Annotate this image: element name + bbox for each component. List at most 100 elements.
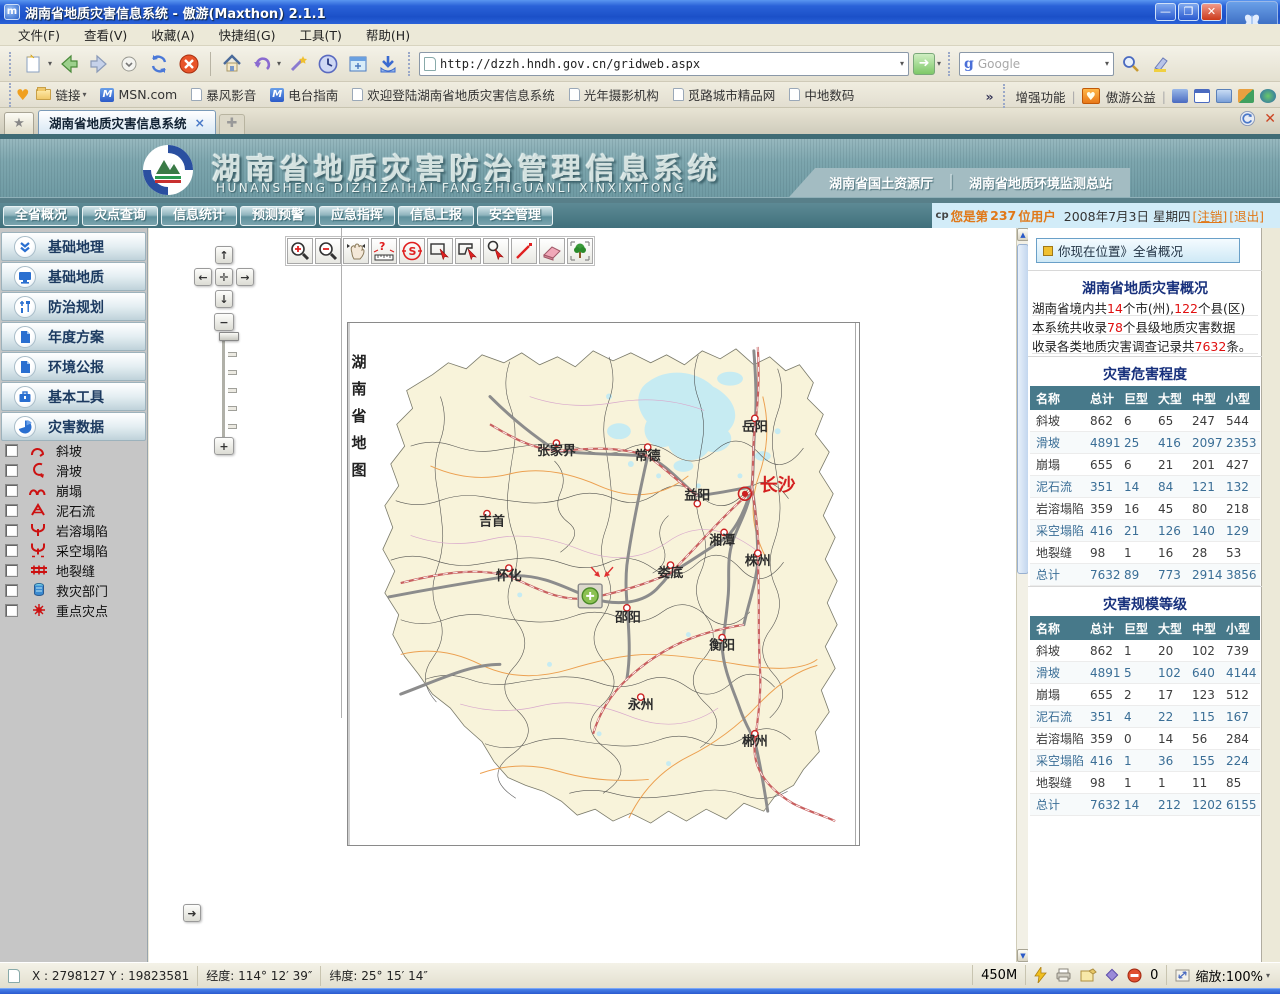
history-dropdown-button[interactable] xyxy=(116,51,142,77)
layer-checkbox[interactable] xyxy=(5,484,18,497)
zoom-dropdown[interactable]: ▾ xyxy=(1266,971,1270,980)
pan-down-button[interactable]: ↓ xyxy=(215,290,233,308)
bookmark-item-7[interactable]: 中地数码 xyxy=(782,83,861,106)
nav-tab-3[interactable]: 预测预警 xyxy=(240,206,316,226)
charity-link[interactable]: 傲游公益 xyxy=(1106,87,1156,106)
menu-a[interactable]: 收藏(A) xyxy=(139,23,206,46)
full-extent-button[interactable]: S xyxy=(399,238,425,264)
layer-checkbox[interactable] xyxy=(5,464,18,477)
menu-f[interactable]: 文件(F) xyxy=(6,23,72,46)
panel-scrollbar[interactable]: ▲ ▼ xyxy=(1016,228,1028,962)
layer-checkbox[interactable] xyxy=(5,444,18,457)
map-add-point-button[interactable] xyxy=(578,584,602,608)
undo-dropdown[interactable]: ▾ xyxy=(277,59,281,68)
pan-up-button[interactable]: ↑ xyxy=(215,246,233,264)
window-panel-icon[interactable] xyxy=(1194,89,1210,103)
address-dropdown[interactable]: ▾ xyxy=(900,59,904,68)
close-button[interactable]: ✕ xyxy=(1201,3,1222,21)
pan-right-button[interactable]: → xyxy=(236,268,254,286)
accordion-item-5[interactable]: 基本工具 xyxy=(1,382,146,411)
new-tab-ghost-button[interactable]: ✚ xyxy=(219,114,245,134)
minimize-button[interactable]: — xyxy=(1155,3,1176,21)
scroll-right-button[interactable]: ➜ xyxy=(183,904,201,922)
pan-button[interactable] xyxy=(343,238,369,264)
menu-h[interactable]: 帮助(H) xyxy=(354,23,422,46)
home-button[interactable] xyxy=(219,51,245,77)
highlight-button[interactable] xyxy=(1148,51,1174,77)
tab-list-star-button[interactable]: ★ xyxy=(4,112,34,134)
zoom-slider-thumb[interactable] xyxy=(219,332,239,341)
printer-icon[interactable] xyxy=(1055,968,1072,982)
draw-line-button[interactable] xyxy=(511,238,537,264)
accordion-item-3[interactable]: 年度方案 xyxy=(1,322,146,351)
new-tab-button[interactable] xyxy=(20,51,46,77)
layer-checkbox[interactable] xyxy=(5,544,18,557)
window-mode-button[interactable] xyxy=(345,51,371,77)
active-tab[interactable]: 湖南省地质灾害信息系统 × xyxy=(38,110,216,134)
notes-icon[interactable] xyxy=(1216,89,1232,103)
select-polygon-button[interactable] xyxy=(455,238,481,264)
enhance-features-link[interactable]: 增强功能 xyxy=(1016,87,1066,106)
accordion-item-1[interactable]: 基础地质 xyxy=(1,262,146,291)
nav-tab-0[interactable]: 全省概况 xyxy=(3,206,79,226)
layer-checkbox[interactable] xyxy=(5,564,18,577)
menu-t[interactable]: 工具(T) xyxy=(288,23,354,46)
zoom-slider[interactable] xyxy=(222,332,228,438)
nav-tab-6[interactable]: 安全管理 xyxy=(477,206,553,226)
accordion-item-4[interactable]: 环境公报 xyxy=(1,352,146,381)
close-tab-strip-icon[interactable]: ✕ xyxy=(1264,111,1276,127)
pan-center-button[interactable]: ✛ xyxy=(215,268,233,286)
clock-button[interactable] xyxy=(315,51,341,77)
exit-link[interactable]: [退出] xyxy=(1229,206,1264,225)
world-icon[interactable] xyxy=(1260,89,1276,103)
plugin-icon[interactable] xyxy=(1105,968,1119,982)
go-dropdown[interactable]: ▾ xyxy=(937,59,941,68)
search-button[interactable] xyxy=(1118,51,1144,77)
blocked-popup-icon[interactable] xyxy=(1127,968,1142,983)
back-button[interactable] xyxy=(56,51,82,77)
zoom-in-slider-button[interactable]: + xyxy=(214,437,234,455)
refresh-button[interactable] xyxy=(146,51,172,77)
zoom-level[interactable]: 缩放:100% xyxy=(1195,966,1263,985)
nav-tab-5[interactable]: 信息上报 xyxy=(398,206,474,226)
bookmark-item-0[interactable]: 链接▾ xyxy=(29,83,93,106)
url-text[interactable]: http://dzzh.hndh.gov.cn/gridweb.aspx xyxy=(440,57,898,71)
pens-icon[interactable] xyxy=(1238,89,1254,103)
stop-button[interactable] xyxy=(176,51,202,77)
zoom-out-slider-button[interactable]: − xyxy=(214,313,234,331)
pan-left-button[interactable]: ← xyxy=(194,268,212,286)
favorites-heart-icon[interactable]: ♥ xyxy=(16,86,29,104)
logout-link[interactable]: [注销] xyxy=(1192,206,1227,225)
zoom-out-button[interactable] xyxy=(315,238,341,264)
bookmark-item-4[interactable]: 欢迎登陆湖南省地质灾害信息系统 xyxy=(345,83,562,106)
accordion-item-0[interactable]: 基础地理 xyxy=(1,232,146,261)
new-tab-dropdown[interactable]: ▾ xyxy=(48,59,52,68)
boost-icon[interactable] xyxy=(1034,967,1047,983)
bookmarks-overflow-chevron[interactable]: » xyxy=(985,89,993,104)
search-bar[interactable]: g Google ▾ xyxy=(959,52,1114,76)
go-button[interactable]: ➜ xyxy=(913,53,935,75)
search-engine-dropdown[interactable]: ▾ xyxy=(1105,59,1109,68)
forward-button[interactable] xyxy=(86,51,112,77)
layer-checkbox[interactable] xyxy=(5,604,18,617)
link-geo-env-station[interactable]: 湖南省地质环境监测总站 xyxy=(969,173,1112,192)
messenger-icon[interactable] xyxy=(1172,89,1188,103)
bookmark-item-2[interactable]: 暴风影音 xyxy=(184,83,263,106)
link-land-resources-dept[interactable]: 湖南省国土资源厅 xyxy=(829,173,933,192)
menu-v[interactable]: 查看(V) xyxy=(72,23,139,46)
maximize-button[interactable]: ❐ xyxy=(1178,3,1199,21)
select-circle-button[interactable] xyxy=(483,238,509,264)
nav-tab-2[interactable]: 信息统计 xyxy=(161,206,237,226)
layer-checkbox[interactable] xyxy=(5,524,18,537)
accordion-item-6[interactable]: 灾害数据 xyxy=(1,412,146,441)
search-placeholder[interactable]: Google xyxy=(978,57,1103,71)
layer-tree-button[interactable] xyxy=(567,238,593,264)
refresh-all-icon[interactable] xyxy=(1239,110,1256,127)
bookmark-item-5[interactable]: 光年摄影机构 xyxy=(562,83,666,106)
eraser-button[interactable] xyxy=(539,238,565,264)
menu-g[interactable]: 快捷组(G) xyxy=(207,23,288,46)
download-button[interactable] xyxy=(375,51,401,77)
hunan-map[interactable]: 张家界常德岳阳益阳长沙吉首湘潭株州怀化娄底邵阳衡阳永州郴州 xyxy=(369,337,853,833)
measure-button[interactable]: ? xyxy=(371,238,397,264)
bookmark-item-1[interactable]: MMSN.com xyxy=(93,85,184,104)
